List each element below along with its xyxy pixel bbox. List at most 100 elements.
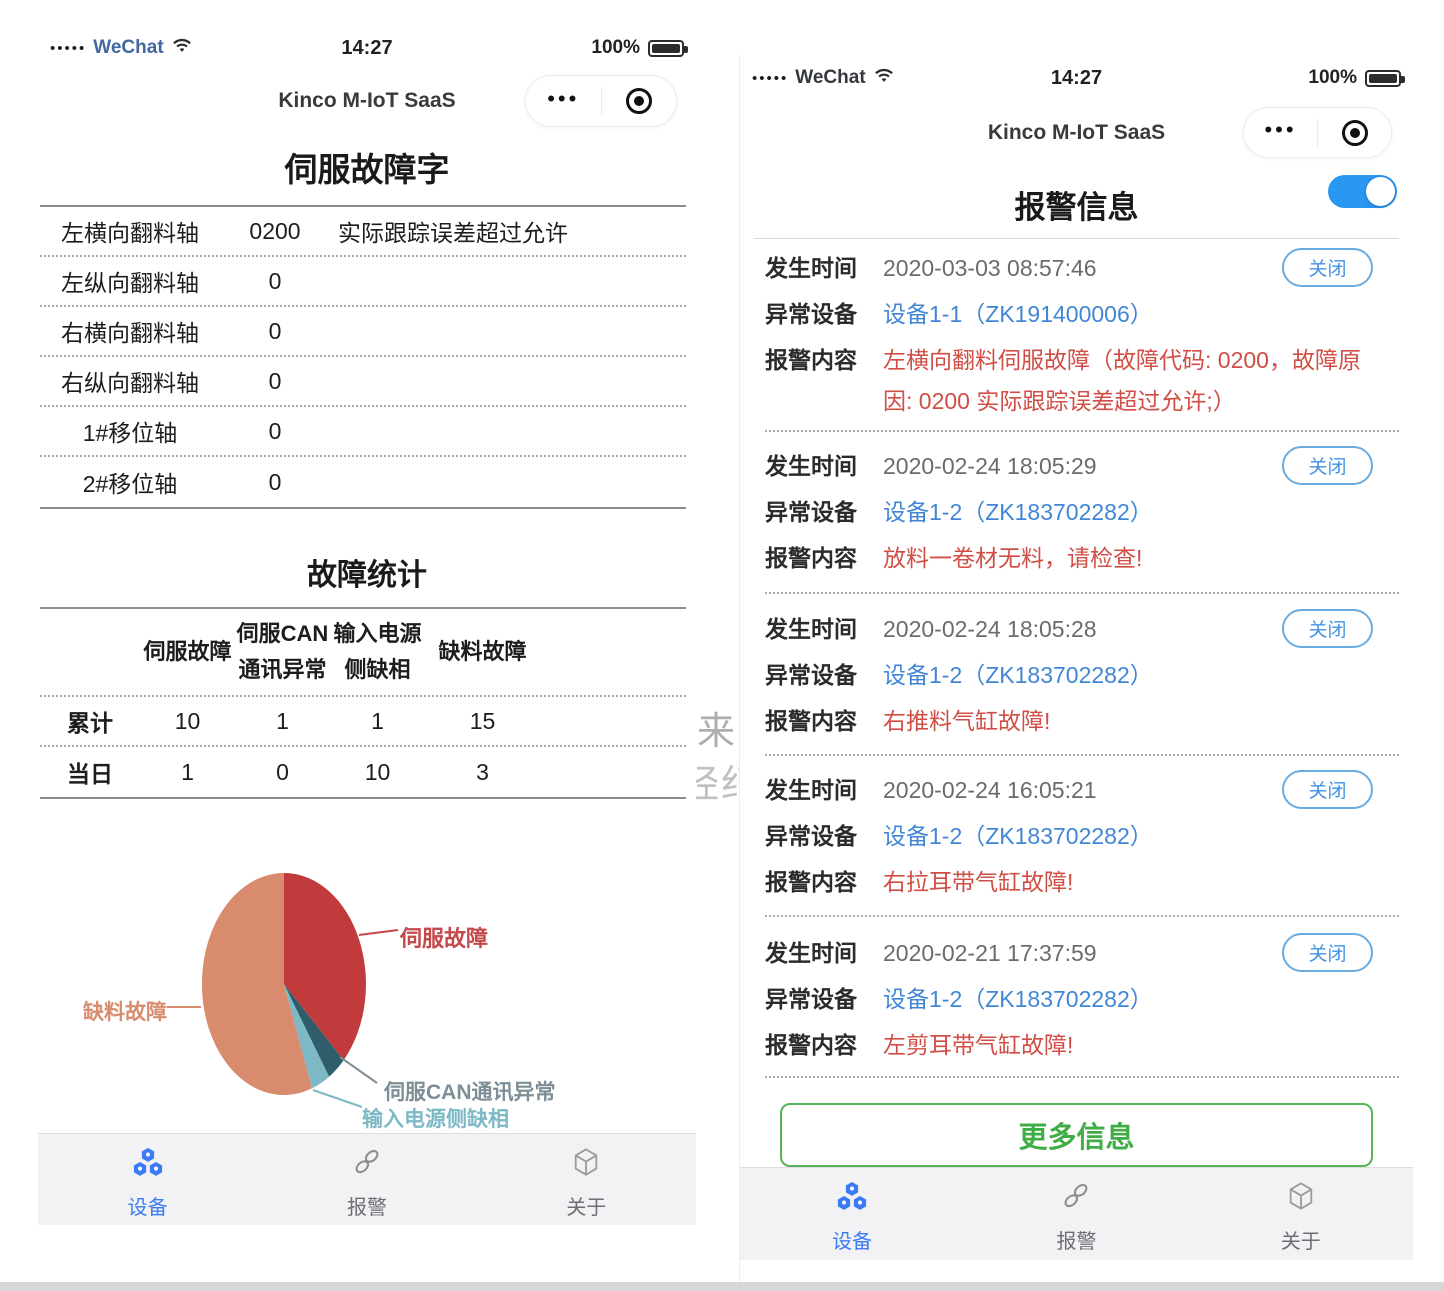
alarm-time: 2020-02-21 17:37:59 bbox=[883, 930, 1097, 976]
time-label: 发生时间 bbox=[765, 606, 867, 652]
device-label: 异常设备 bbox=[765, 976, 867, 1022]
time-label: 发生时间 bbox=[765, 767, 867, 813]
tab-about[interactable]: 关于 bbox=[477, 1134, 696, 1225]
content-label: 报警内容 bbox=[765, 698, 867, 744]
axis-name: 2#移位轴 bbox=[40, 465, 220, 499]
table-row: 右纵向翻料轴 0 bbox=[40, 357, 686, 407]
axis-name: 1#移位轴 bbox=[40, 414, 220, 448]
pie-leader-line bbox=[340, 1057, 377, 1083]
tab-about[interactable]: 关于 bbox=[1189, 1168, 1413, 1260]
menu-dots-button[interactable]: ••• bbox=[526, 93, 601, 110]
stat-value: 1 bbox=[330, 697, 425, 745]
content-label: 报警内容 bbox=[765, 535, 867, 581]
close-alarm-button[interactable]: 关闭 bbox=[1282, 770, 1373, 809]
tab-alarm[interactable]: 报警 bbox=[964, 1168, 1188, 1260]
wechat-capsule: ••• bbox=[1243, 107, 1392, 158]
screen-servo-fault: ••••• WeChat 14:27 100% Kinco M-IoT SaaS… bbox=[38, 25, 696, 1283]
alarm-content: 右推料气缸故障! bbox=[883, 698, 1060, 742]
axis-name: 右横向翻料轴 bbox=[40, 314, 220, 348]
device-label: 异常设备 bbox=[765, 291, 867, 337]
stats-header-row: 伺服故障 伺服CAN通讯异常 输入电源侧缺相 缺料故障 bbox=[40, 609, 686, 697]
alarm-content: 左横向翻料伺服故障（故障代码: 0200，故障原因: 0200 实际跟踪误差超过… bbox=[883, 337, 1399, 422]
alarm-device-link[interactable]: 设备1-2（ZK183702282） bbox=[883, 652, 1153, 698]
alarm-time: 2020-03-03 08:57:46 bbox=[883, 245, 1097, 291]
fault-code: 0 bbox=[220, 318, 330, 345]
time-label: 发生时间 bbox=[765, 443, 867, 489]
alarm-links-icon bbox=[352, 1147, 382, 1182]
alarm-device-link[interactable]: 设备1-1（ZK191400006） bbox=[883, 291, 1153, 337]
tab-label: 报警 bbox=[347, 1191, 387, 1220]
fault-code: 0 bbox=[220, 469, 330, 496]
more-info-button[interactable]: 更多信息 bbox=[780, 1103, 1373, 1167]
alarm-entry: 发生时间 2020-03-03 08:57:46 异常设备 设备1-1（ZK19… bbox=[765, 245, 1399, 432]
screen-alarm-info: ••••• WeChat 14:27 100% Kinco M-IoT SaaS… bbox=[740, 55, 1413, 1291]
tab-bar: 设备 报警 关于 bbox=[38, 1133, 696, 1225]
page: 片来 经纪 ••••• WeChat 14:27 100% bbox=[0, 0, 1444, 1291]
close-alarm-button[interactable]: 关闭 bbox=[1282, 248, 1373, 287]
pie-label-can-error: 伺服CAN通讯异常 bbox=[384, 1076, 556, 1106]
alarm-device-link[interactable]: 设备1-2（ZK183702282） bbox=[883, 976, 1153, 1022]
tab-devices[interactable]: 设备 bbox=[38, 1134, 257, 1225]
devices-icon bbox=[132, 1147, 164, 1182]
axis-name: 右纵向翻料轴 bbox=[40, 364, 220, 398]
pie-leader-line bbox=[313, 1090, 362, 1107]
alarm-content: 放料一卷材无料，请检查! bbox=[883, 535, 1152, 579]
table-row: 1#移位轴 0 bbox=[40, 407, 686, 457]
alarm-time: 2020-02-24 18:05:28 bbox=[883, 606, 1097, 652]
alarm-entry: 发生时间 2020-02-24 18:05:28 异常设备 设备1-2（ZK18… bbox=[765, 606, 1399, 756]
fault-stats-table: 伺服故障 伺服CAN通讯异常 输入电源侧缺相 缺料故障 累计 10 1 1 15 bbox=[40, 607, 686, 799]
divider bbox=[754, 238, 1399, 239]
fault-desc: 实际跟踪误差超过允许 bbox=[330, 214, 686, 248]
pie-label-servo-fault: 伺服故障 bbox=[400, 921, 488, 953]
alarm-content: 左剪耳带气缸故障! bbox=[883, 1022, 1083, 1066]
minimize-button[interactable] bbox=[1318, 120, 1391, 146]
stats-title: 故障统计 bbox=[38, 550, 696, 594]
tab-alarm[interactable]: 报警 bbox=[257, 1134, 476, 1225]
close-alarm-button[interactable]: 关闭 bbox=[1282, 609, 1373, 648]
device-label: 异常设备 bbox=[765, 489, 867, 535]
tab-label: 设备 bbox=[128, 1191, 168, 1220]
alarm-entry: 发生时间 2020-02-24 16:05:21 异常设备 设备1-2（ZK18… bbox=[765, 767, 1399, 917]
fault-code: 0200 bbox=[220, 218, 330, 245]
pie-leader-line bbox=[359, 930, 398, 935]
row-label: 当日 bbox=[40, 747, 140, 797]
alarm-device-link[interactable]: 设备1-2（ZK183702282） bbox=[883, 813, 1153, 859]
menu-dots-button[interactable]: ••• bbox=[1244, 124, 1317, 141]
fault-code: 0 bbox=[220, 268, 330, 295]
alarm-entry: 发生时间 2020-02-21 17:37:59 异常设备 设备1-2（ZK18… bbox=[765, 930, 1399, 1078]
time-label: 发生时间 bbox=[765, 245, 867, 291]
row-label: 累计 bbox=[40, 697, 140, 745]
axis-name: 左横向翻料轴 bbox=[40, 214, 220, 248]
tab-bar: 设备 报警 关于 bbox=[740, 1167, 1413, 1260]
tab-label: 设备 bbox=[832, 1225, 872, 1254]
stats-row-total: 累计 10 1 1 15 bbox=[40, 697, 686, 747]
status-bar: ••••• WeChat 14:27 100% bbox=[38, 33, 696, 63]
wechat-capsule: ••• bbox=[525, 75, 677, 127]
stat-value: 15 bbox=[425, 697, 540, 745]
alarm-content: 右拉耳带气缸故障! bbox=[883, 859, 1083, 903]
column-header: 输入电源侧缺相 bbox=[330, 609, 425, 695]
page-title: 伺服故障字 bbox=[38, 143, 696, 191]
device-label: 异常设备 bbox=[765, 813, 867, 859]
content-label: 报警内容 bbox=[765, 1022, 867, 1068]
tab-label: 关于 bbox=[1281, 1225, 1321, 1254]
servo-fault-table: 左横向翻料轴 0200 实际跟踪误差超过允许 左纵向翻料轴 0 右横向翻料轴 0… bbox=[40, 205, 686, 509]
table-row: 右横向翻料轴 0 bbox=[40, 307, 686, 357]
stat-value: 10 bbox=[140, 697, 235, 745]
pie-label-material-shortage: 缺料故障 bbox=[83, 996, 167, 1026]
content-label: 报警内容 bbox=[765, 859, 867, 905]
stat-value: 1 bbox=[140, 747, 235, 797]
battery-percent: 100% bbox=[1308, 67, 1357, 89]
close-alarm-button[interactable]: 关闭 bbox=[1282, 446, 1373, 485]
page-bottom-strip bbox=[0, 1282, 1444, 1291]
stats-row-today: 当日 1 0 10 3 bbox=[40, 747, 686, 797]
alarm-device-link[interactable]: 设备1-2（ZK183702282） bbox=[883, 489, 1153, 535]
tab-devices[interactable]: 设备 bbox=[740, 1168, 964, 1260]
column-header: 伺服故障 bbox=[140, 609, 235, 695]
status-bar: ••••• WeChat 14:27 100% bbox=[740, 63, 1413, 93]
minimize-button[interactable] bbox=[602, 88, 677, 114]
close-alarm-button[interactable]: 关闭 bbox=[1282, 933, 1373, 972]
alarm-toggle-switch[interactable] bbox=[1328, 175, 1397, 208]
table-row: 左横向翻料轴 0200 实际跟踪误差超过允许 bbox=[40, 207, 686, 257]
stat-value: 3 bbox=[425, 747, 540, 797]
